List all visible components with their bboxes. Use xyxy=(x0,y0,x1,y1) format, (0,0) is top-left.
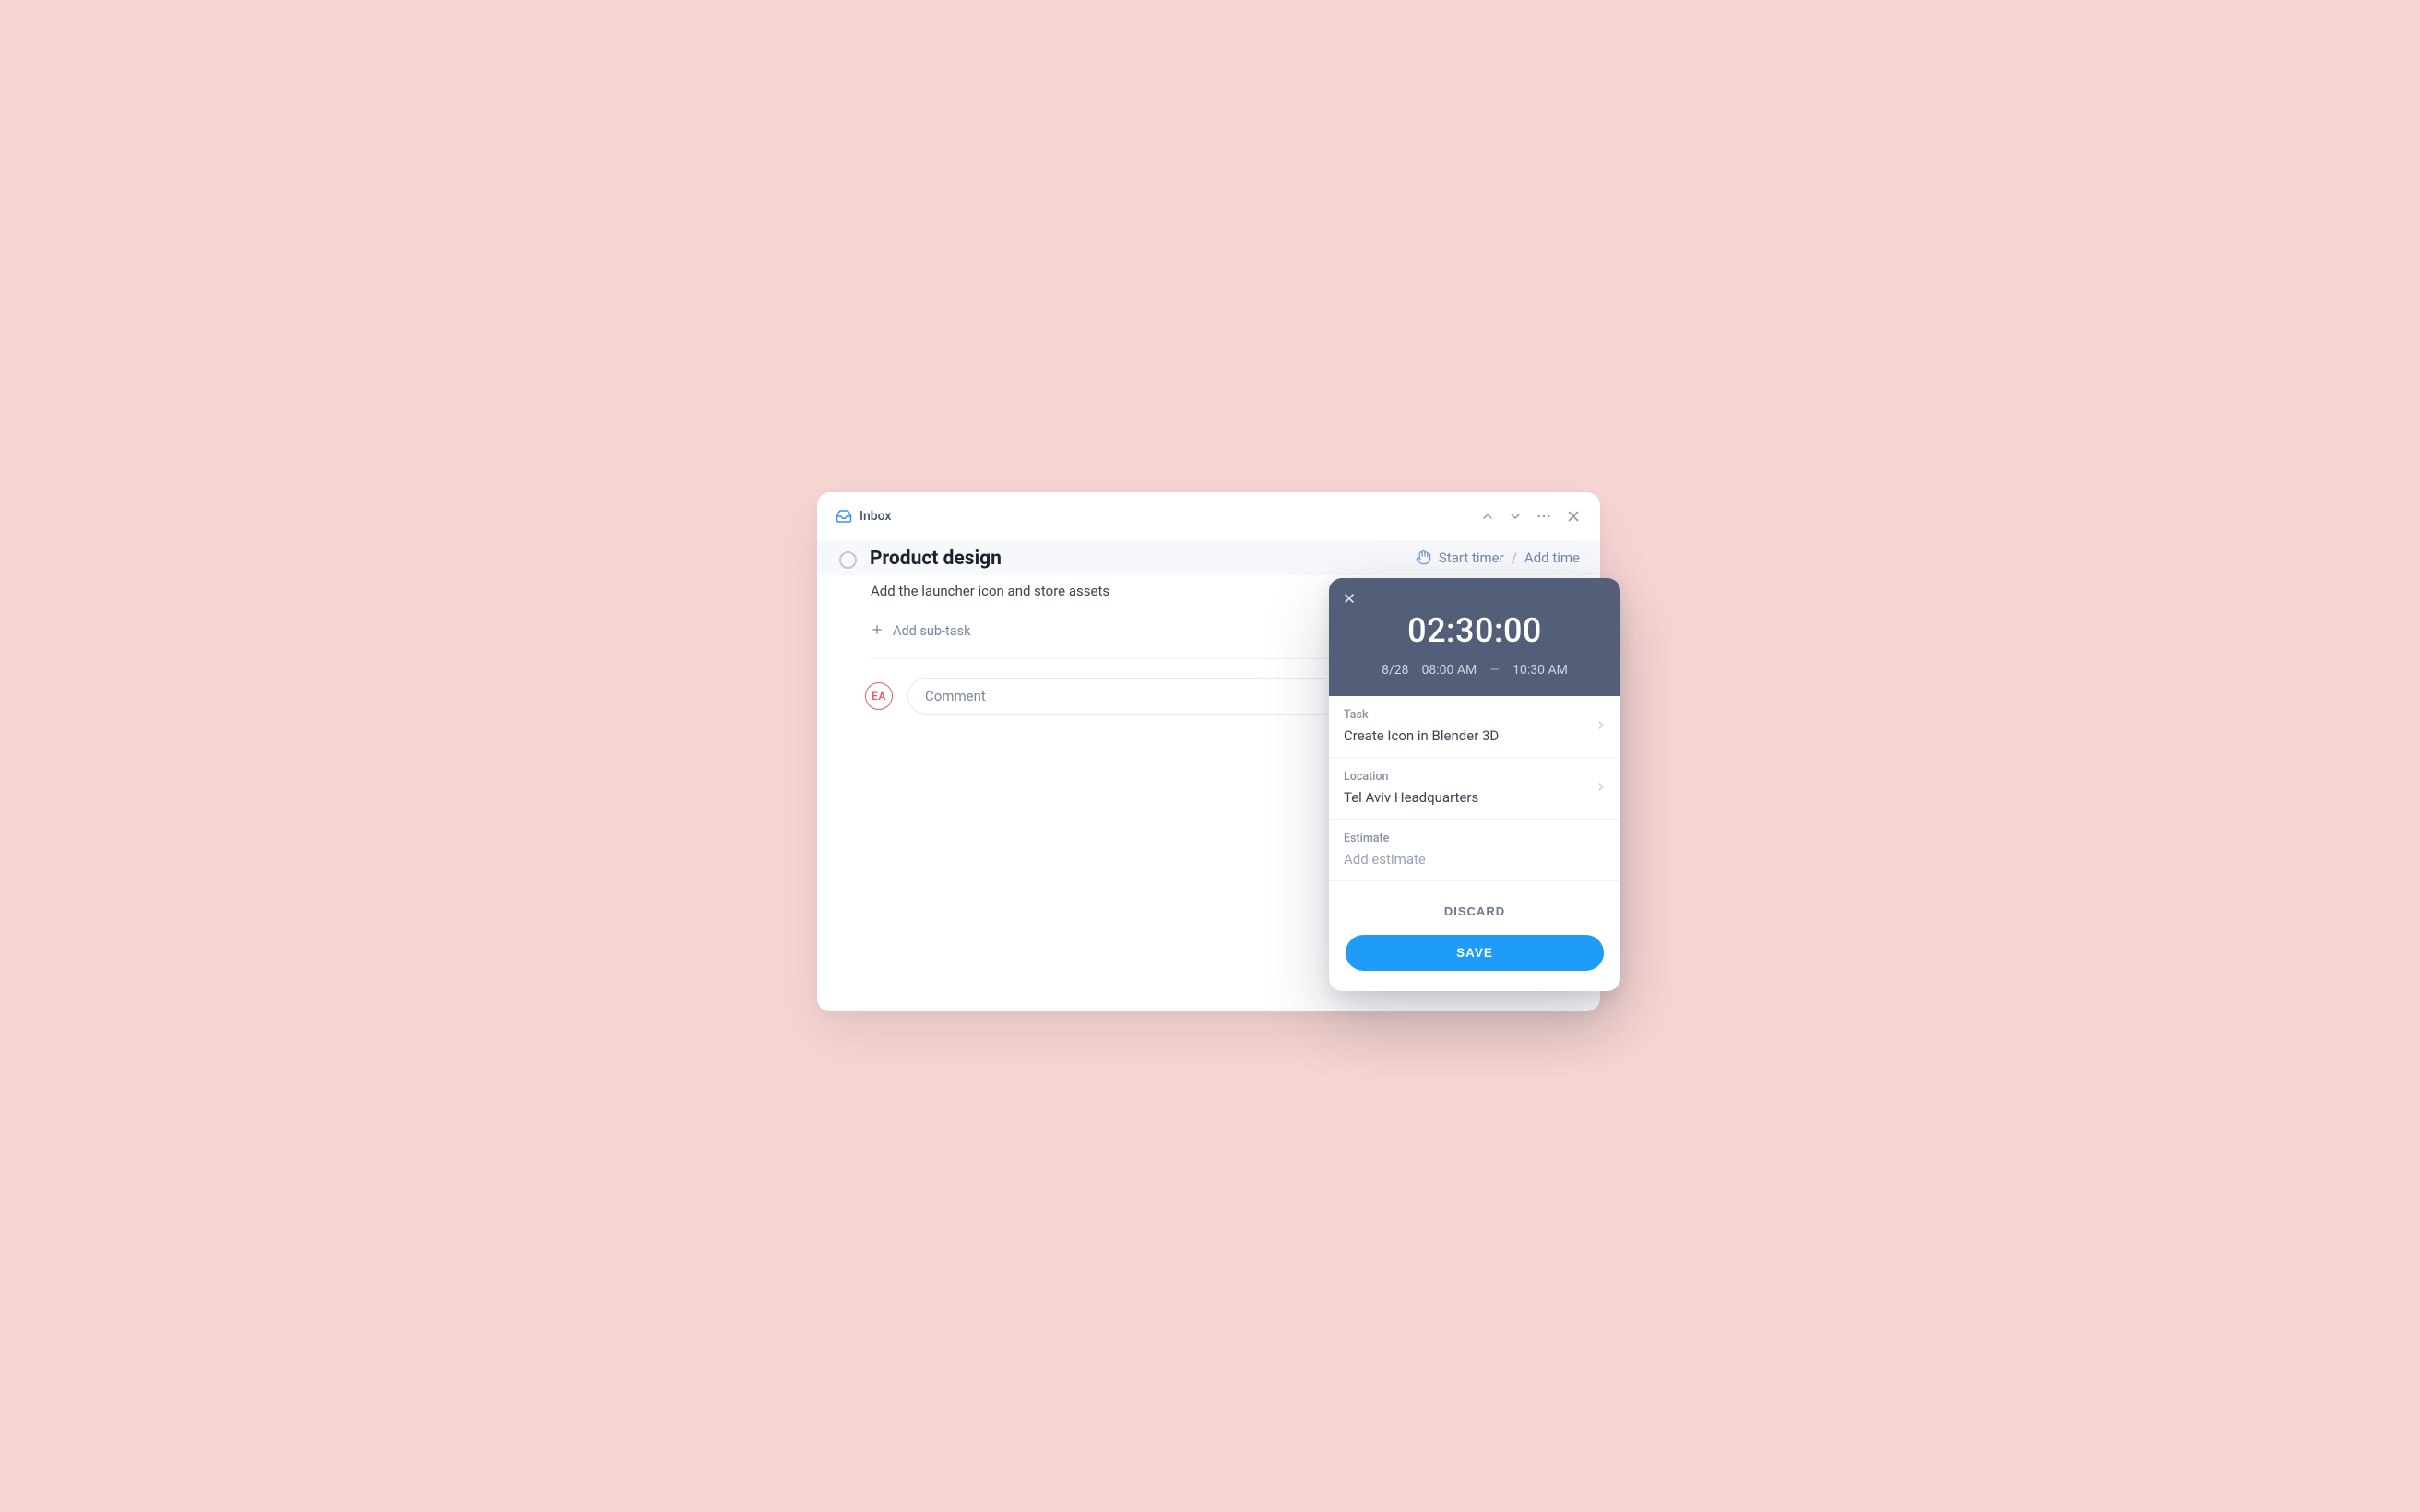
location-field-label: Location xyxy=(1344,770,1606,784)
duration-display[interactable]: 02:30:00 xyxy=(1344,611,1606,650)
timer-separator: / xyxy=(1512,549,1517,566)
end-time[interactable]: 10:30 AM xyxy=(1512,663,1568,678)
complete-task-checkbox[interactable] xyxy=(839,551,857,569)
inbox-label[interactable]: Inbox xyxy=(860,509,891,524)
add-subtask-label: Add sub-task xyxy=(893,623,971,639)
location-field-value: Tel Aviv Headquarters xyxy=(1344,789,1606,806)
add-subtask-button[interactable]: Add sub-task xyxy=(871,623,971,640)
chevron-right-icon xyxy=(1595,779,1607,797)
chevron-right-icon xyxy=(1595,717,1607,735)
task-title[interactable]: Product design xyxy=(870,548,1002,570)
start-timer-link[interactable]: Start timer xyxy=(1439,549,1504,566)
header-actions xyxy=(1480,508,1582,525)
time-range: 8/28 08:00 AM — 10:30 AM xyxy=(1344,663,1606,678)
next-task-button[interactable] xyxy=(1508,509,1523,524)
close-button[interactable] xyxy=(1565,508,1582,525)
start-time[interactable]: 08:00 AM xyxy=(1422,663,1477,678)
task-header: Inbox xyxy=(817,492,1600,540)
estimate-field[interactable]: Estimate Add estimate xyxy=(1329,820,1620,881)
time-panel-header: 02:30:00 8/28 08:00 AM — 10:30 AM xyxy=(1329,578,1620,696)
comment-input[interactable]: Comment xyxy=(908,678,1341,715)
plus-icon xyxy=(871,623,884,640)
more-options-button[interactable] xyxy=(1536,508,1552,525)
close-icon[interactable] xyxy=(1342,591,1357,609)
time-panel-actions: DISCARD SAVE xyxy=(1329,881,1620,991)
location-field[interactable]: Location Tel Aviv Headquarters xyxy=(1329,758,1620,820)
time-entry-panel: 02:30:00 8/28 08:00 AM — 10:30 AM Task C… xyxy=(1329,578,1620,991)
save-button[interactable]: SAVE xyxy=(1346,935,1604,971)
task-field-value: Create Icon in Blender 3D xyxy=(1344,727,1606,744)
inbox-icon xyxy=(836,508,852,525)
discard-button[interactable]: DISCARD xyxy=(1444,904,1505,918)
avatar: EA xyxy=(865,682,893,710)
add-time-link[interactable]: Add time xyxy=(1524,549,1580,566)
estimate-field-label: Estimate xyxy=(1344,832,1606,845)
date-label[interactable]: 8/28 xyxy=(1382,663,1408,678)
task-field-label: Task xyxy=(1344,708,1606,722)
range-dash: — xyxy=(1489,663,1500,678)
prev-task-button[interactable] xyxy=(1480,509,1495,524)
task-field[interactable]: Task Create Icon in Blender 3D xyxy=(1329,696,1620,758)
hand-icon xyxy=(1416,549,1431,565)
stage: Inbox xyxy=(564,353,1856,1160)
estimate-field-placeholder: Add estimate xyxy=(1344,851,1606,868)
